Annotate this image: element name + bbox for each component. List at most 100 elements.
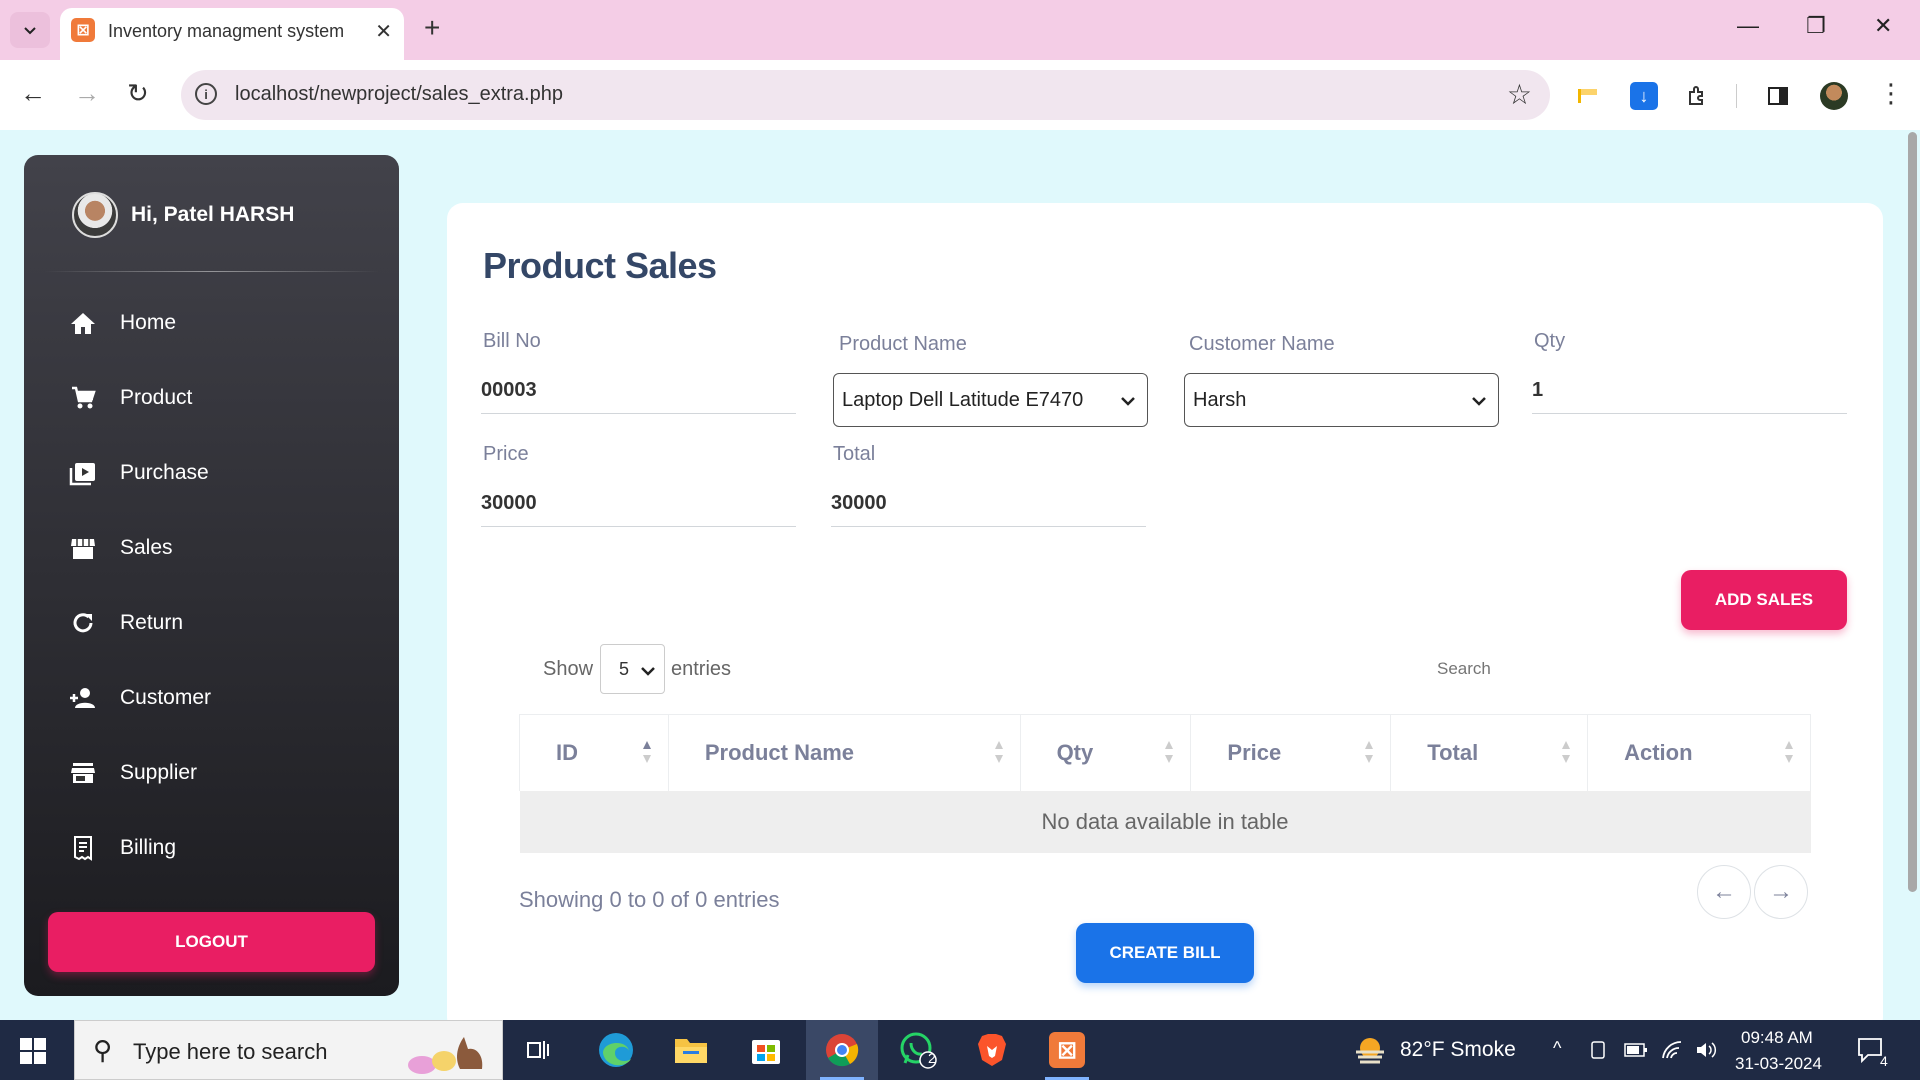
address-bar[interactable]: i localhost/newproject/sales_extra.php ☆ <box>181 70 1550 120</box>
qty-field[interactable] <box>1532 368 1847 414</box>
extension-flag-icon[interactable] <box>1574 82 1602 110</box>
column-header-label: ID <box>556 739 578 765</box>
customer-name-selected: Harsh <box>1193 389 1247 411</box>
search-highlight-easter-icon <box>408 1037 483 1074</box>
column-header-id[interactable]: ID <box>519 714 669 791</box>
next-page-button[interactable]: → <box>1754 865 1808 919</box>
column-header-label: Product Name <box>704 739 855 765</box>
side-panel-icon[interactable] <box>1764 82 1792 110</box>
chevron-up-icon[interactable]: ^ <box>1553 1038 1561 1059</box>
entries-per-page-select[interactable]: 5 <box>600 644 665 694</box>
restore-icon[interactable]: ❐ <box>1806 14 1826 38</box>
device-icon[interactable] <box>1589 1040 1607 1060</box>
file-explorer-icon[interactable] <box>655 1020 727 1080</box>
battery-icon[interactable] <box>1624 1042 1648 1058</box>
product-name-select[interactable]: Laptop Dell Latitude E7470 <box>833 373 1148 427</box>
extensions-puzzle-icon[interactable] <box>1684 82 1712 110</box>
sidebar-item-label: Return <box>120 611 184 634</box>
bill-no-field[interactable] <box>481 368 796 414</box>
qty-label: Qty <box>1534 330 1566 352</box>
empty-table-message: No data available in table <box>519 790 1811 853</box>
user-greeting: Hi, Patel HARSH <box>131 203 295 226</box>
sales-table: ID Product Name Qty Price Total Action N… <box>519 714 1811 853</box>
new-tab-icon[interactable]: + <box>424 12 440 44</box>
minimize-icon[interactable]: — <box>1737 14 1759 38</box>
chevron-down-icon <box>1121 397 1135 406</box>
customer-name-label: Customer Name <box>1189 333 1335 355</box>
refresh-icon <box>68 608 98 638</box>
chrome-browser-icon[interactable] <box>806 1020 878 1080</box>
column-header-price[interactable]: Price <box>1190 714 1392 791</box>
sidebar-item-customer[interactable]: Customer <box>68 676 368 720</box>
page-scrollbar-thumb[interactable] <box>1908 132 1917 892</box>
edge-browser-icon[interactable] <box>580 1020 652 1080</box>
column-header-product-name[interactable]: Product Name <box>667 714 1021 791</box>
sidebar-item-label: Sales <box>120 536 173 559</box>
reload-icon[interactable]: ↻ <box>127 78 149 108</box>
clock-date[interactable]: 31-03-2024 <box>1735 1054 1822 1074</box>
sidebar-item-home[interactable]: Home <box>68 301 368 345</box>
price-field[interactable] <box>481 481 796 527</box>
sidebar-item-supplier[interactable]: Supplier <box>68 751 368 795</box>
sort-icon <box>1365 741 1374 763</box>
table-row-empty: No data available in table <box>519 790 1811 853</box>
browser-tab-active[interactable]: ⊠ Inventory managment system ✕ <box>60 8 404 60</box>
window-close-icon[interactable]: ✕ <box>1874 14 1892 38</box>
wifi-icon[interactable] <box>1661 1040 1683 1060</box>
microsoft-store-icon[interactable] <box>730 1020 802 1080</box>
browser-menu-icon[interactable]: ⋮ <box>1878 78 1904 109</box>
brave-browser-icon[interactable] <box>956 1020 1028 1080</box>
table-info-text: Showing 0 to 0 of 0 entries <box>519 887 780 912</box>
url-text[interactable]: localhost/newproject/sales_extra.php <box>235 83 563 106</box>
sidebar-item-billing[interactable]: Billing <box>68 826 368 870</box>
column-header-total[interactable]: Total <box>1390 714 1589 791</box>
task-view-icon[interactable] <box>503 1020 575 1080</box>
table-header-row: ID Product Name Qty Price Total Action <box>519 714 1811 791</box>
logout-button[interactable]: LOGOUT <box>48 912 375 972</box>
windows-start-icon[interactable] <box>20 1038 46 1064</box>
sidebar-item-label: Billing <box>120 836 177 859</box>
volume-icon[interactable] <box>1695 1040 1719 1060</box>
storefront-icon <box>68 758 98 788</box>
column-header-label: Qty <box>1056 739 1094 765</box>
table-search-input[interactable] <box>1437 649 1687 689</box>
profile-avatar[interactable] <box>1820 82 1848 110</box>
sidebar-item-purchase[interactable]: Purchase <box>68 451 368 495</box>
sidebar-item-label: Home <box>120 311 177 334</box>
previous-page-button[interactable]: ← <box>1697 865 1751 919</box>
total-field[interactable] <box>831 481 1146 527</box>
download-extension-icon[interactable]: ↓ <box>1630 82 1658 110</box>
notification-count: 4 <box>1880 1053 1888 1069</box>
whatsapp-icon[interactable]: 2 <box>882 1020 954 1080</box>
total-label: Total <box>833 443 876 465</box>
xampp-taskbar-icon[interactable]: ⊠ <box>1031 1020 1103 1080</box>
column-header-qty[interactable]: Qty <box>1019 714 1192 791</box>
purchase-icon <box>68 458 98 488</box>
sidebar-divider <box>44 271 379 272</box>
sidebar: Hi, Patel HARSH Home Product Purchase Sa… <box>24 155 399 996</box>
sidebar-item-return[interactable]: Return <box>68 601 368 645</box>
tab-search-button[interactable] <box>10 12 50 48</box>
weather-text[interactable]: 82°F Smoke <box>1400 1038 1516 1062</box>
create-bill-button[interactable]: CREATE BILL <box>1076 923 1254 983</box>
sort-icon <box>1562 741 1571 763</box>
site-info-icon[interactable]: i <box>195 83 217 105</box>
bookmark-star-icon[interactable]: ☆ <box>1507 78 1532 111</box>
sidebar-item-product[interactable]: Product <box>68 376 368 420</box>
product-name-label: Product Name <box>839 333 967 355</box>
tab-title: Inventory managment system <box>108 21 345 41</box>
sidebar-item-sales[interactable]: Sales <box>68 526 368 570</box>
add-sales-button[interactable]: ADD SALES <box>1681 570 1847 630</box>
back-icon[interactable]: ← <box>20 78 46 108</box>
column-header-label: Action <box>1624 739 1693 765</box>
tab-close-icon[interactable]: ✕ <box>375 19 392 44</box>
forward-icon[interactable]: → <box>74 78 100 108</box>
clock-time[interactable]: 09:48 AM <box>1741 1028 1813 1048</box>
arrow-left-icon: ← <box>1712 878 1736 905</box>
entries-label: entries <box>671 658 732 680</box>
customer-name-select[interactable]: Harsh <box>1184 373 1499 427</box>
sidebar-item-label: Customer <box>120 686 212 709</box>
product-name-selected: Laptop Dell Latitude E7470 <box>842 389 1084 411</box>
column-header-action[interactable]: Action <box>1587 714 1811 791</box>
taskbar-search-box[interactable]: ⚲ Type here to search <box>74 1020 503 1080</box>
